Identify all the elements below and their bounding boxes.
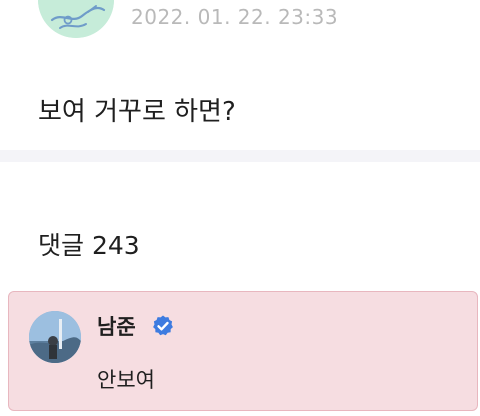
comments-count-heading: 댓글 243 — [38, 231, 140, 260]
verified-badge-icon — [153, 315, 173, 336]
post-body-text: 보여 거꾸로 하면? — [38, 97, 236, 127]
post-timestamp: 2022. 01. 22. 23:33 — [131, 5, 339, 29]
comment-author-avatar[interactable] — [29, 311, 81, 363]
comment-body-text: 안보여 — [97, 368, 155, 392]
post-detail-screen: 2022. 01. 22. 23:33 보여 거꾸로 하면? 댓글 243 남준… — [0, 0, 480, 416]
section-divider — [0, 150, 480, 162]
profile-avatar-icon — [29, 311, 81, 363]
profile-avatar-icon — [38, 0, 114, 38]
post-author-avatar[interactable] — [38, 0, 114, 38]
comment-author-name[interactable]: 남준 — [97, 311, 136, 341]
comment-item-highlighted[interactable]: 남준 안보여 — [8, 291, 478, 411]
